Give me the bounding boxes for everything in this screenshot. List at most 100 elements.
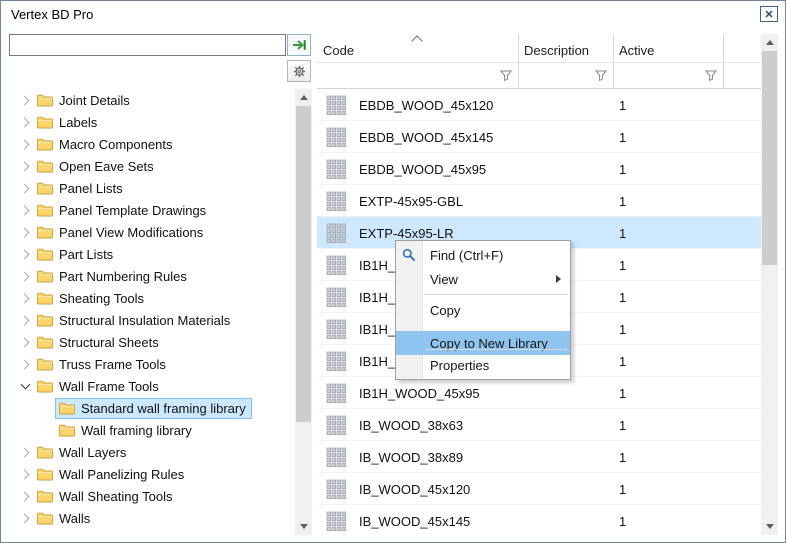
scroll-down-button[interactable]	[295, 518, 312, 535]
menu-item[interactable]: Copy to New Library	[396, 331, 570, 355]
cell-active: 1	[619, 514, 626, 529]
chevron-collapsed-icon[interactable]	[17, 136, 33, 152]
chevron-collapsed-icon[interactable]	[17, 334, 33, 350]
close-icon	[765, 10, 773, 18]
scroll-down-button[interactable]	[761, 518, 778, 535]
tree-item[interactable]: Structural Insulation Materials	[9, 309, 295, 331]
menu-item[interactable]: Copy	[396, 298, 570, 322]
menu-item[interactable]: View	[396, 267, 570, 291]
header-divider	[317, 62, 761, 63]
filter-icon-description[interactable]	[595, 70, 607, 81]
tree-item[interactable]: Standard wall framing library	[9, 397, 295, 419]
tree-item-label: Truss Frame Tools	[59, 357, 166, 372]
tree-scrollbar-thumb[interactable]	[296, 106, 311, 422]
menu-item[interactable]: Properties	[396, 353, 570, 377]
table-row[interactable]: EXTP-45x95-GBL1	[317, 185, 761, 217]
tree-item[interactable]: Macro Components	[9, 133, 295, 155]
chevron-collapsed-icon[interactable]	[17, 466, 33, 482]
table-row[interactable]: EBDB_WOOD_45x1201	[317, 89, 761, 121]
menu-item-label: Properties	[430, 358, 489, 373]
chevron-collapsed-icon[interactable]	[17, 114, 33, 130]
chevron-collapsed-icon[interactable]	[17, 510, 33, 526]
chevron-collapsed-icon[interactable]	[17, 180, 33, 196]
column-header-active[interactable]: Active	[619, 43, 654, 58]
tree-item-label: Standard wall framing library	[81, 401, 246, 416]
chevron-collapsed-icon[interactable]	[17, 224, 33, 240]
table-row[interactable]: IB_WOOD_38x631	[317, 409, 761, 441]
chevron-collapsed-icon[interactable]	[17, 290, 33, 306]
chevron-collapsed-icon[interactable]	[17, 444, 33, 460]
tree-item[interactable]: Truss Frame Tools	[9, 353, 295, 375]
chevron-collapsed-icon[interactable]	[17, 356, 33, 372]
chevron-collapsed-icon[interactable]	[17, 268, 33, 284]
table-row[interactable]: IB1H_WOOD_45x951	[317, 377, 761, 409]
tree-item[interactable]: Panel View Modifications	[9, 221, 295, 243]
tree-item[interactable]: Wall Sheating Tools	[9, 485, 295, 507]
tree-item-label: Walls	[59, 511, 90, 526]
cell-code: EBDB_WOOD_45x145	[359, 130, 493, 145]
grid-scrollbar-thumb[interactable]	[762, 51, 777, 265]
search-input[interactable]	[9, 34, 286, 56]
tree-item[interactable]: Structural Sheets	[9, 331, 295, 353]
filter-icon-code[interactable]	[500, 70, 512, 81]
tree-item[interactable]: Wall Layers	[9, 441, 295, 463]
tree-item[interactable]: Sheating Tools	[9, 287, 295, 309]
tree-item[interactable]: Part Lists	[9, 243, 295, 265]
folder-icon	[37, 248, 53, 261]
tree-item[interactable]: Joint Details	[9, 89, 295, 111]
menu-separator	[425, 349, 567, 350]
folder-icon	[37, 116, 53, 129]
tree-item[interactable]: Part Numbering Rules	[9, 265, 295, 287]
folder-icon	[59, 402, 75, 415]
chevron-collapsed-icon[interactable]	[17, 312, 33, 328]
folder-icon	[37, 314, 53, 327]
tree-item[interactable]: Wall Panelizing Rules	[9, 463, 295, 485]
close-button[interactable]	[760, 6, 778, 22]
chevron-collapsed-icon[interactable]	[17, 488, 33, 504]
part-icon	[325, 478, 347, 500]
folder-icon	[37, 512, 53, 525]
scroll-up-button[interactable]	[761, 34, 778, 51]
tree-item[interactable]: Wall Frame Tools	[9, 375, 295, 397]
tree-item[interactable]: Panel Lists	[9, 177, 295, 199]
tree-item[interactable]: Walls	[9, 507, 295, 529]
green-arrow-icon	[292, 39, 307, 51]
menu-item-label: View	[430, 272, 458, 287]
tree-scrollbar[interactable]	[295, 89, 312, 535]
table-row[interactable]: IB_WOOD_45x1201	[317, 473, 761, 505]
scroll-down-icon	[300, 524, 308, 529]
chevron-expanded-icon[interactable]	[17, 378, 33, 394]
tree-item-label: Panel Template Drawings	[59, 203, 206, 218]
menu-item[interactable]: Find (Ctrl+F)	[396, 243, 570, 267]
cell-code: EXTP-45x95-LR	[359, 226, 454, 241]
folder-icon	[37, 138, 53, 151]
tree-item[interactable]: Labels	[9, 111, 295, 133]
tree-item[interactable]: Panel Template Drawings	[9, 199, 295, 221]
magnifier-icon	[402, 248, 416, 262]
search-go-button[interactable]	[287, 34, 311, 56]
cell-active: 1	[619, 386, 626, 401]
settings-button[interactable]	[287, 60, 311, 82]
grid-scrollbar[interactable]	[761, 34, 778, 535]
scroll-up-button[interactable]	[295, 89, 312, 106]
part-icon	[325, 158, 347, 180]
folder-icon	[37, 204, 53, 217]
chevron-collapsed-icon[interactable]	[17, 246, 33, 262]
tree-item[interactable]: Open Eave Sets	[9, 155, 295, 177]
table-row[interactable]: EBDB_WOOD_45x951	[317, 153, 761, 185]
table-row[interactable]: IB_WOOD_45x1451	[317, 505, 761, 535]
tree-item-label: Open Eave Sets	[59, 159, 154, 174]
column-header-code[interactable]: Code	[323, 43, 354, 58]
cell-active: 1	[619, 354, 626, 369]
table-row[interactable]: EBDB_WOOD_45x1451	[317, 121, 761, 153]
scroll-down-icon	[766, 524, 774, 529]
tree-item[interactable]: Wall framing library	[9, 419, 295, 441]
chevron-collapsed-icon[interactable]	[17, 158, 33, 174]
column-header-description[interactable]: Description	[524, 43, 589, 58]
filter-icon-active[interactable]	[705, 70, 717, 81]
chevron-collapsed-icon[interactable]	[17, 202, 33, 218]
library-tree: Joint DetailsLabelsMacro Components Open …	[9, 89, 295, 535]
cell-active: 1	[619, 322, 626, 337]
table-row[interactable]: IB_WOOD_38x891	[317, 441, 761, 473]
chevron-collapsed-icon[interactable]	[17, 92, 33, 108]
